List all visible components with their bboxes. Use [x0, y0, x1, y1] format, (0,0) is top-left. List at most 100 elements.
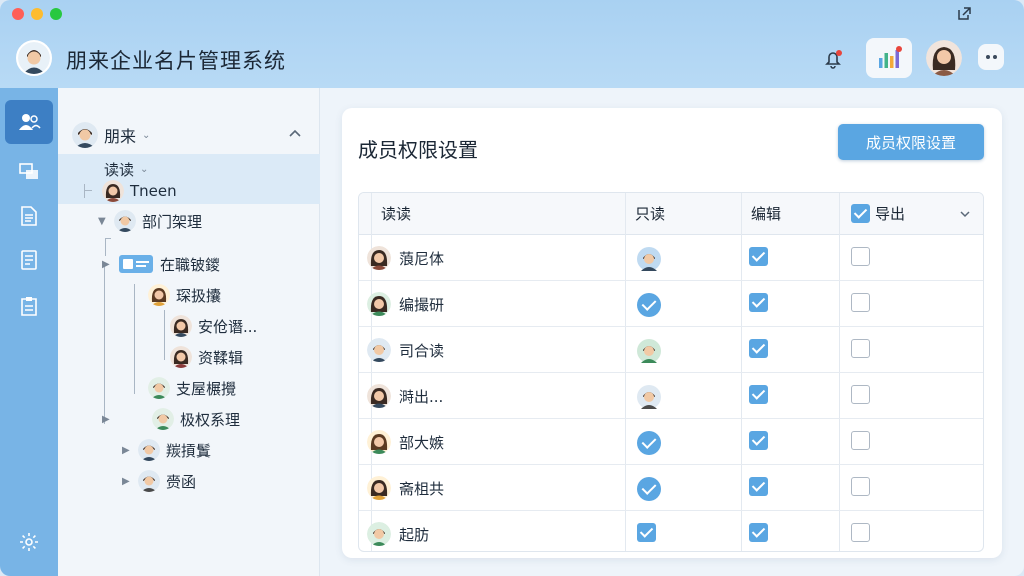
member-name: 蒗尼体 [399, 249, 445, 268]
member-name: 部大嫉 [399, 433, 445, 452]
tree-node-1[interactable]: Tneen [102, 180, 177, 202]
edit-checkbox[interactable] [749, 523, 773, 547]
edit-checkbox[interactable] [749, 247, 773, 271]
export-header-checkbox[interactable] [851, 204, 870, 223]
collapse-chevron-up-icon[interactable] [288, 128, 302, 138]
export-checkbox[interactable] [851, 293, 875, 317]
tree-node-6[interactable]: 资鞣辑 [170, 346, 243, 368]
tree-node-7[interactable]: 支屋榐攪 [148, 377, 236, 399]
org-tree-panel: 朋来 ⌄ 读读 ⌄ Tneen ▼ 部门架理 ▶ 在職铍鑁 琛扱攮 安伧谮...… [58, 88, 320, 576]
chevron-down-icon: ⌄ [142, 129, 151, 141]
avatar [367, 384, 391, 408]
close-window-button[interactable] [12, 8, 24, 20]
tree-node-9[interactable]: ▶ 羰摃鬒 [122, 439, 211, 461]
rail-item-cards[interactable] [5, 150, 53, 194]
readonly-checkbox[interactable] [637, 523, 661, 547]
table-header: 读读 只读 编辑 导出 [359, 193, 983, 235]
chevron-down-icon[interactable] [959, 209, 971, 219]
readonly-check[interactable] [637, 431, 661, 455]
minimize-window-button[interactable] [31, 8, 43, 20]
app-logo-avatar [16, 40, 52, 76]
edit-checkbox[interactable] [749, 477, 773, 501]
chart-button[interactable] [866, 38, 912, 78]
table-row[interactable]: 司合读 [359, 327, 983, 373]
table-row[interactable]: 溡出... [359, 373, 983, 419]
more-icon[interactable] [978, 44, 1004, 70]
tree-node-label: Tneen [130, 182, 177, 200]
tree-node-8[interactable]: ▶ 极权系理 [102, 408, 240, 430]
export-checkbox[interactable] [851, 523, 875, 547]
tree-node-5[interactable]: 安伧谮... [170, 315, 257, 337]
avatar [367, 292, 391, 316]
avatar [367, 522, 391, 546]
col-header-edit[interactable]: 编辑 [751, 193, 781, 235]
readonly-avatar[interactable] [637, 339, 661, 363]
tree-selected-highlight [58, 154, 320, 204]
col-header-export[interactable]: 导出 [875, 193, 905, 235]
chevron-down-icon: ⌄ [140, 164, 149, 175]
tree-node-2[interactable]: ▼ 部门架理 [98, 210, 202, 232]
export-checkbox[interactable] [851, 385, 875, 409]
app-title: 朋来企业名片管理系统 [66, 49, 286, 73]
readonly-check[interactable] [637, 293, 661, 317]
tree-node-label: 在職铍鑁 [160, 255, 221, 274]
tree-node-label: 琛扱攮 [176, 286, 222, 305]
external-link-icon[interactable] [956, 6, 972, 22]
export-checkbox[interactable] [851, 339, 875, 363]
tree-node-4[interactable]: 琛扱攮 [148, 284, 221, 306]
rail-item-settings[interactable] [5, 520, 53, 564]
rail-item-clipboard[interactable] [5, 284, 53, 328]
rail-item-notes[interactable] [5, 238, 53, 282]
table-row[interactable]: 起肪 [359, 511, 983, 551]
readonly-avatar[interactable] [637, 247, 661, 271]
panel-title: 成员权限设置 [358, 138, 478, 162]
avatar [114, 210, 136, 232]
export-checkbox[interactable] [851, 247, 875, 271]
readonly-avatar[interactable] [637, 385, 661, 409]
document-icon [21, 206, 37, 226]
bell-icon[interactable] [820, 46, 846, 72]
caret-right-icon: ▶ [122, 444, 130, 456]
rail-item-contacts[interactable] [5, 100, 53, 144]
edit-checkbox[interactable] [749, 431, 773, 455]
export-checkbox[interactable] [851, 477, 875, 501]
chart-icon [879, 46, 902, 68]
member-cell: 斋柤共 [367, 476, 444, 500]
maximize-window-button[interactable] [50, 8, 62, 20]
tree-node-0[interactable]: 读读 ⌄ [104, 159, 150, 180]
table-row[interactable]: 斋柤共 [359, 465, 983, 511]
table-row[interactable]: 蒗尼体 [359, 235, 983, 281]
tree-root-label: 朋来 [104, 127, 137, 146]
caret-right-icon: ▶ [102, 413, 110, 425]
tree-node-10[interactable]: ▶ 赍函 [122, 470, 196, 492]
edit-checkbox[interactable] [749, 385, 773, 409]
avatar [72, 122, 98, 148]
title-bar: 朋来企业名片管理系统 [0, 0, 1024, 88]
tree-node-label: 资鞣辑 [198, 348, 244, 367]
user-avatar[interactable] [926, 40, 962, 76]
tree-node-label: 读读 [104, 161, 135, 179]
tree-node-label: 支屋榐攪 [176, 379, 237, 398]
permissions-table: 读读 只读 编辑 导出 蒗尼体 编撮研 司合读 溡出... 部大嫉 斋柤共 起肪 [358, 192, 984, 552]
readonly-check[interactable] [637, 477, 661, 501]
table-row[interactable]: 部大嫉 [359, 419, 983, 465]
caret-right-icon: ▶ [122, 475, 130, 487]
app-window: 朋来企业名片管理系统 朋来 ⌄ 读读 ⌄ Tneen ▼ 部门架理 ▶ 在職铍鑁… [0, 0, 1024, 576]
col-header-readonly[interactable]: 只读 [635, 193, 665, 235]
export-checkbox[interactable] [851, 431, 875, 455]
edit-checkbox[interactable] [749, 293, 773, 317]
tree-root[interactable]: 朋来 ⌄ [72, 122, 152, 148]
avatar [152, 408, 174, 430]
member-cell: 蒗尼体 [367, 246, 444, 270]
member-permission-button[interactable]: 成员权限设置 [838, 124, 984, 160]
settings-icon [20, 533, 38, 551]
member-name: 编撮研 [399, 295, 445, 314]
tree-node-3[interactable]: ▶ 在職铍鑁 [102, 253, 220, 275]
tree-node-label: 极权系理 [180, 410, 241, 429]
tree-node-label: 赍函 [166, 472, 197, 491]
caret-down-icon: ▼ [98, 215, 106, 227]
table-row[interactable]: 编撮研 [359, 281, 983, 327]
col-header-name[interactable]: 读读 [381, 193, 411, 235]
edit-checkbox[interactable] [749, 339, 773, 363]
rail-item-documents[interactable] [5, 194, 53, 238]
